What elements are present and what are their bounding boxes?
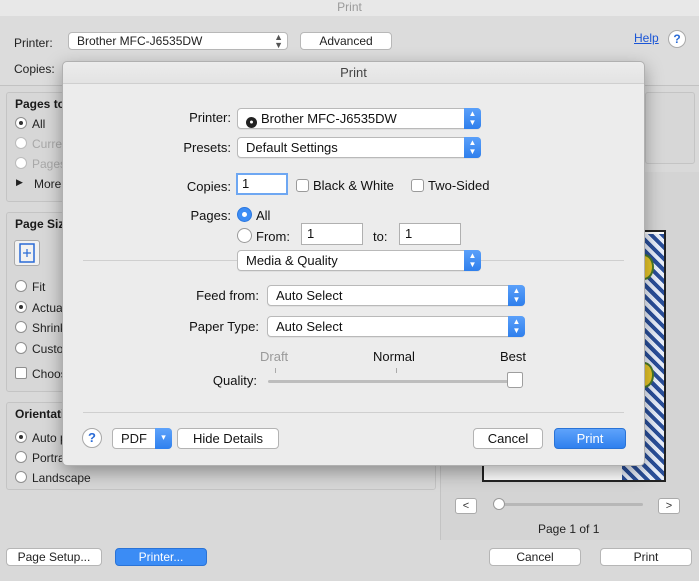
printer-popup[interactable]: ● Brother MFC-J6535DW ▲ ▼ (237, 108, 481, 129)
black-white-label: Black & White (313, 178, 394, 193)
advanced-button[interactable]: Advanced (300, 32, 392, 50)
pages-from-field[interactable]: 1 (301, 223, 363, 245)
printer-button[interactable]: Printer... (115, 548, 207, 566)
bg-print-button[interactable]: Print (600, 548, 692, 566)
bg-fit-radio[interactable] (15, 280, 27, 292)
quality-tick (396, 368, 397, 373)
hide-details-button[interactable]: Hide Details (177, 428, 279, 449)
two-sided-label: Two-Sided (428, 178, 490, 193)
bg-custom-radio[interactable] (15, 342, 27, 354)
presets-value: Default Settings (246, 140, 338, 155)
quality-best-label: Best (500, 349, 527, 364)
bg-auto-portrait-radio[interactable] (15, 431, 27, 443)
page-counter: Page 1 of 1 (538, 522, 600, 536)
presets-popup[interactable]: Default Settings ▲ ▼ (237, 137, 481, 158)
section-popup[interactable]: Media & Quality ▲ ▼ (237, 250, 481, 271)
updown-arrows-icon: ▲ ▼ (464, 137, 481, 158)
bg-portrait-label: Portra (32, 451, 65, 465)
help-icon[interactable]: ? (668, 30, 686, 48)
bg-landscape-label: Landscape (32, 471, 91, 485)
footer-divider (83, 412, 624, 413)
quality-tick (275, 368, 276, 373)
bg-pages-range-radio[interactable] (15, 157, 27, 169)
background-window-title: Print (0, 0, 699, 16)
bg-portrait-radio[interactable] (15, 451, 27, 463)
presets-label: Presets: (183, 140, 231, 155)
quality-label: Quality: (212, 373, 257, 388)
feed-from-value: Auto Select (276, 288, 343, 303)
bg-landscape-radio[interactable] (15, 471, 27, 483)
fit-page-icon (19, 243, 35, 263)
previous-page-button[interactable]: < (455, 498, 477, 514)
print-dialog: Print Printer: ● Brother MFC-J6535DW ▲ ▼ P… (62, 61, 645, 466)
bg-actual-size-radio[interactable] (15, 301, 27, 313)
bg-printer-label: Printer: (14, 36, 53, 50)
bg-right-panel (645, 92, 695, 164)
pages-all-label: All (256, 208, 271, 223)
bg-copies-label: Copies: (14, 62, 55, 76)
bg-actual-size-label: Actua (32, 301, 63, 315)
pages-label: Pages: (190, 208, 231, 223)
pages-panel-title: Pages to (15, 97, 66, 111)
feed-from-popup[interactable]: Auto Select ▲ ▼ (267, 285, 525, 306)
page-size-icon-button[interactable] (14, 240, 40, 266)
updown-arrows-icon: ▲ ▼ (508, 285, 525, 306)
bg-cancel-button[interactable]: Cancel (489, 548, 581, 566)
page-setup-button[interactable]: Page Setup... (6, 548, 102, 566)
print-button[interactable]: Print (554, 428, 626, 449)
pdf-menu-button[interactable]: PDF ▾ (112, 428, 172, 449)
next-page-button[interactable]: > (658, 498, 680, 514)
bg-shrink-radio[interactable] (15, 321, 27, 333)
bg-pages-all-label: All (32, 117, 46, 131)
help-icon[interactable]: ? (82, 428, 102, 448)
pages-to-label: to: (373, 229, 388, 244)
updown-arrows-icon: ▲ ▼ (464, 108, 481, 129)
two-sided-checkbox[interactable] (411, 179, 424, 192)
printer-value: Brother MFC-J6535DW (261, 111, 397, 126)
page-size-panel-title: Page Siz (15, 217, 65, 231)
disclosure-triangle-icon[interactable]: ▶ (16, 177, 23, 188)
help-link[interactable]: Help (634, 31, 659, 45)
quality-slider-track[interactable] (268, 380, 523, 383)
quality-slider-thumb[interactable] (507, 372, 523, 388)
bg-printer-select[interactable]: Brother MFC-J6535DW ▲ ▼ (68, 32, 288, 50)
chevron-down-icon: ▾ (155, 428, 172, 449)
printer-status-icon: ● (246, 117, 257, 128)
black-white-checkbox[interactable] (296, 179, 309, 192)
dialog-title: Print (63, 62, 644, 84)
quality-draft-label: Draft (260, 349, 289, 364)
bg-custom-label: Custo (32, 342, 64, 356)
paper-type-value: Auto Select (276, 319, 343, 334)
printer-label: Printer: (189, 110, 231, 125)
pdf-label: PDF (121, 431, 147, 446)
bg-more-options-label[interactable]: More (34, 177, 61, 191)
updown-arrows-icon: ▲ ▼ (274, 32, 283, 50)
bg-pages-range-label: Pages (32, 157, 67, 171)
bg-choose-checkbox[interactable] (15, 367, 27, 379)
page-slider-knob[interactable] (493, 498, 505, 510)
pages-from-radio[interactable] (237, 228, 252, 243)
pages-all-radio[interactable] (237, 207, 252, 222)
bg-fit-label: Fit (32, 280, 46, 294)
copies-field[interactable]: 1 (236, 173, 288, 195)
pages-from-label: From: (256, 229, 290, 244)
paper-type-popup[interactable]: Auto Select ▲ ▼ (267, 316, 525, 337)
bg-pages-current-radio[interactable] (15, 137, 27, 149)
cancel-button[interactable]: Cancel (473, 428, 543, 449)
bg-pages-all-radio[interactable] (15, 117, 27, 129)
bg-printer-value: Brother MFC-J6535DW (77, 34, 203, 48)
feed-from-label: Feed from: (196, 288, 259, 303)
section-value: Media & Quality (246, 253, 338, 268)
updown-arrows-icon: ▲ ▼ (508, 316, 525, 337)
page-slider-track[interactable] (495, 503, 643, 506)
updown-arrows-icon: ▲ ▼ (464, 250, 481, 271)
quality-normal-label: Normal (373, 349, 415, 364)
pages-to-field[interactable]: 1 (399, 223, 461, 245)
copies-label: Copies: (186, 179, 231, 194)
paper-type-label: Paper Type: (189, 319, 259, 334)
bg-shrink-label: Shrink (32, 321, 67, 335)
